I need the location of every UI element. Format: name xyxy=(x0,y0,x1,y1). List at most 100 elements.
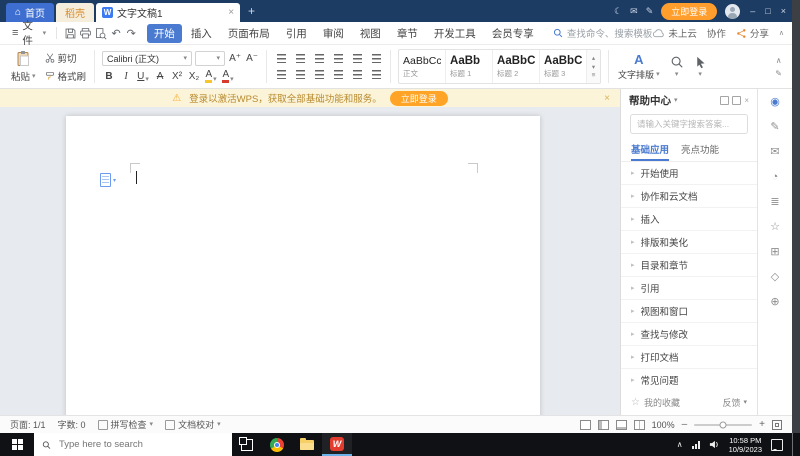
tray-expand-icon[interactable]: ∧ xyxy=(677,440,683,449)
align-center-button[interactable] xyxy=(293,69,307,80)
decrease-indent-button[interactable] xyxy=(312,53,326,64)
caret-down-icon[interactable]: ▾ xyxy=(674,97,678,104)
bullet-list-button[interactable] xyxy=(274,53,288,64)
login-button[interactable]: 立即登录 xyxy=(661,2,718,20)
font-color-button[interactable]: A ▾ xyxy=(221,69,235,83)
clock-icon[interactable]: ◔ xyxy=(772,172,779,183)
view-mode-web-button[interactable] xyxy=(615,419,627,430)
mail-icon[interactable]: ✉ xyxy=(770,147,779,158)
pen-icon[interactable]: ✎ xyxy=(770,122,779,133)
minimize-button[interactable]: – xyxy=(750,6,755,16)
action-center-icon[interactable] xyxy=(771,438,783,451)
style-heading-1[interactable]: AaBb 标题 1 xyxy=(446,50,494,83)
align-right-button[interactable] xyxy=(312,69,326,80)
ribbon-tab-section[interactable]: 章节 xyxy=(390,24,425,43)
document-page[interactable]: ▾ xyxy=(66,116,540,415)
styles-gallery-expand-icon[interactable]: ≡ xyxy=(592,72,596,79)
ribbon-tab-developer[interactable]: 开发工具 xyxy=(427,24,483,43)
command-search[interactable]: 查找命令、搜索模板 xyxy=(553,26,652,40)
favorites-button[interactable]: 我的收藏 xyxy=(644,396,680,409)
toolbar-pencil-icon[interactable]: ✎ xyxy=(775,69,782,78)
maximize-button[interactable]: □ xyxy=(765,6,770,16)
note-icon[interactable]: ✎ xyxy=(646,6,654,17)
ribbon-tab-home[interactable]: 开始 xyxy=(146,23,182,43)
taskbar-search-input[interactable] xyxy=(56,438,224,451)
file-menu-button[interactable]: ≡ 文件 ▾ xyxy=(8,18,50,48)
help-topic-item[interactable]: ▸ 插入 xyxy=(621,208,757,231)
numbered-list-button[interactable] xyxy=(293,53,307,64)
print-preview-icon[interactable] xyxy=(94,26,107,41)
paste-button[interactable]: 粘贴 ▾ xyxy=(6,47,41,86)
help-panel-close-icon[interactable]: × xyxy=(744,96,749,105)
help-panel-pin-icon[interactable] xyxy=(720,95,730,105)
align-left-button[interactable] xyxy=(274,69,288,80)
help-panel-expand-icon[interactable] xyxy=(732,95,742,105)
collaborate-button[interactable]: 协作 xyxy=(707,26,726,40)
help-topic-item[interactable]: ▸ 常见问题 xyxy=(621,369,757,389)
undo-icon[interactable]: ↶ xyxy=(110,26,123,41)
theme-moon-icon[interactable]: ☾ xyxy=(614,6,622,17)
ribbon-tab-references[interactable]: 引用 xyxy=(279,24,314,43)
strikethrough-button[interactable]: A xyxy=(153,69,167,83)
tab-docer[interactable]: 稻壳 xyxy=(56,3,95,22)
zoom-slider-thumb[interactable] xyxy=(719,421,727,428)
taskbar-clock[interactable]: 10:58 PM 10/9/2023 xyxy=(729,436,762,454)
grid-icon[interactable]: ⊞ xyxy=(770,247,779,258)
feedback-button[interactable]: 反馈 ▾ xyxy=(722,396,747,409)
style-normal[interactable]: AaBbCcDd 正文 xyxy=(399,50,447,83)
start-button[interactable] xyxy=(0,433,34,456)
doc-assistant-button[interactable]: ▾ xyxy=(100,173,116,187)
help-search-input[interactable] xyxy=(630,114,748,134)
volume-icon[interactable] xyxy=(709,439,720,450)
banner-close-icon[interactable]: × xyxy=(604,93,610,104)
help-topic-item[interactable]: ▸ 排版和美化 xyxy=(621,231,757,254)
shading-button[interactable] xyxy=(369,69,383,80)
help-topic-item[interactable]: ▸ 视图和窗口 xyxy=(621,300,757,323)
ribbon-tab-page-layout[interactable]: 页面布局 xyxy=(221,24,277,43)
paragraph-marks-button[interactable] xyxy=(369,53,383,64)
zoom-slider[interactable] xyxy=(694,421,753,428)
doc-check-button[interactable]: 文档校对 ▾ xyxy=(165,418,221,431)
save-icon[interactable] xyxy=(64,26,77,41)
decrease-font-button[interactable]: A⁻ xyxy=(245,51,259,65)
zoom-level[interactable]: 100% xyxy=(652,420,675,430)
view-mode-page-button[interactable] xyxy=(579,419,591,430)
style-heading-2[interactable]: AaBbC 标题 2 xyxy=(493,50,541,83)
font-size-select[interactable]: ▾ xyxy=(195,50,226,66)
message-icon[interactable]: ✉ xyxy=(630,6,638,17)
zoom-out-button[interactable]: – xyxy=(682,419,688,430)
cut-button[interactable]: 剪切 xyxy=(45,51,87,65)
fullscreen-button[interactable] xyxy=(772,419,782,430)
cloud-status[interactable]: 未上云 xyxy=(652,26,697,40)
collapse-ribbon-icon[interactable]: ∧ xyxy=(779,30,784,37)
view-mode-read-button[interactable] xyxy=(633,419,645,430)
shape-icon[interactable]: ◇ xyxy=(771,272,779,283)
help-topic-item[interactable]: ▸ 开始使用 xyxy=(621,162,757,185)
chrome-button[interactable] xyxy=(262,433,292,456)
wps-taskbar-button[interactable]: W xyxy=(322,433,352,456)
share-button[interactable]: 分享 xyxy=(736,26,769,40)
styles-scroll-up-icon[interactable]: ▴ xyxy=(592,54,595,62)
styles-scroll-down-icon[interactable]: ▾ xyxy=(592,63,595,71)
font-name-select[interactable]: Calibri (正文) ▾ xyxy=(102,50,193,66)
show-desktop-button[interactable] xyxy=(792,433,797,456)
avatar[interactable] xyxy=(725,3,741,19)
help-topic-item[interactable]: ▸ 打印文档 xyxy=(621,346,757,369)
help-tab-basic[interactable]: 基础应用 xyxy=(631,139,670,161)
help-topic-item[interactable]: ▸ 引用 xyxy=(621,277,757,300)
bold-button[interactable]: B xyxy=(102,69,116,83)
help-topic-item[interactable]: ▸ 查找与修改 xyxy=(621,323,757,346)
assistant-icon[interactable]: ◉ xyxy=(770,97,780,108)
tab-document[interactable]: W 文字文稿1 × xyxy=(96,3,241,22)
plus-icon[interactable]: ⊕ xyxy=(770,297,779,308)
ribbon-tab-insert[interactable]: 插入 xyxy=(184,24,219,43)
increase-indent-button[interactable] xyxy=(331,53,345,64)
collapse-toolbar-icon[interactable]: ∧ xyxy=(776,56,782,65)
zoom-in-button[interactable]: + xyxy=(759,419,765,430)
view-mode-outline-button[interactable] xyxy=(597,419,609,430)
help-topic-item[interactable]: ▸ 协作和云文档 xyxy=(621,185,757,208)
taskbar-search[interactable] xyxy=(34,433,232,456)
print-icon[interactable] xyxy=(79,26,92,41)
format-painter-button[interactable]: 格式刷 xyxy=(45,69,86,83)
justify-button[interactable] xyxy=(331,69,345,80)
